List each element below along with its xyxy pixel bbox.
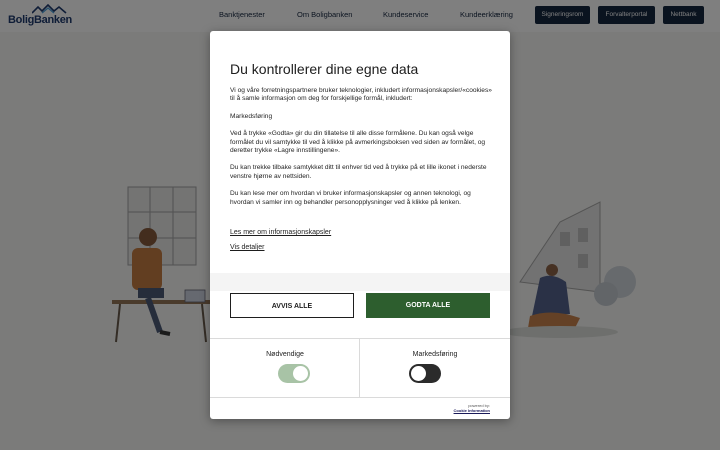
read-more-link[interactable]: Les mer om informasjonskapsler	[230, 229, 331, 236]
withdraw-explanation: Du kan trekke tilbake samtykket ditt til…	[230, 164, 487, 180]
dialog-separator	[210, 273, 510, 291]
show-details-link[interactable]: Vis detaljer	[230, 244, 265, 251]
necessary-toggle	[278, 364, 310, 383]
reject-all-button[interactable]: AVVIS ALLE	[230, 293, 354, 318]
read-more-explanation: Du kan lese mer om hvordan vi bruker inf…	[230, 190, 471, 206]
intro-paragraph: Vi og våre forretningspartnere bruker te…	[230, 87, 492, 103]
marketing-toggle-knob	[411, 366, 426, 381]
toggle-divider	[359, 339, 360, 397]
marketing-toggle[interactable]	[409, 364, 441, 383]
purpose-marketing: Markedsføring	[230, 112, 273, 120]
marketing-label: Markedsføring	[412, 351, 458, 358]
accept-explanation: Ved å trykke «Godta» gir du din tillatel…	[230, 130, 486, 155]
consent-toggles: Nødvendige Markedsføring	[210, 338, 510, 398]
dialog-body: Vi og våre forretningspartnere bruker te…	[230, 87, 492, 216]
necessary-toggle-knob	[293, 366, 308, 381]
dialog-title: Du kontrollerer dine egne data	[230, 61, 419, 77]
accept-all-button[interactable]: GODTA ALLE	[366, 293, 490, 318]
necessary-label: Nødvendige	[266, 351, 304, 358]
cookie-consent-dialog: Du kontrollerer dine egne data Vi og vår…	[210, 31, 510, 419]
powered-by: powered by: Cookie Information	[454, 403, 490, 413]
cookie-information-link[interactable]: Cookie Information	[454, 408, 490, 413]
